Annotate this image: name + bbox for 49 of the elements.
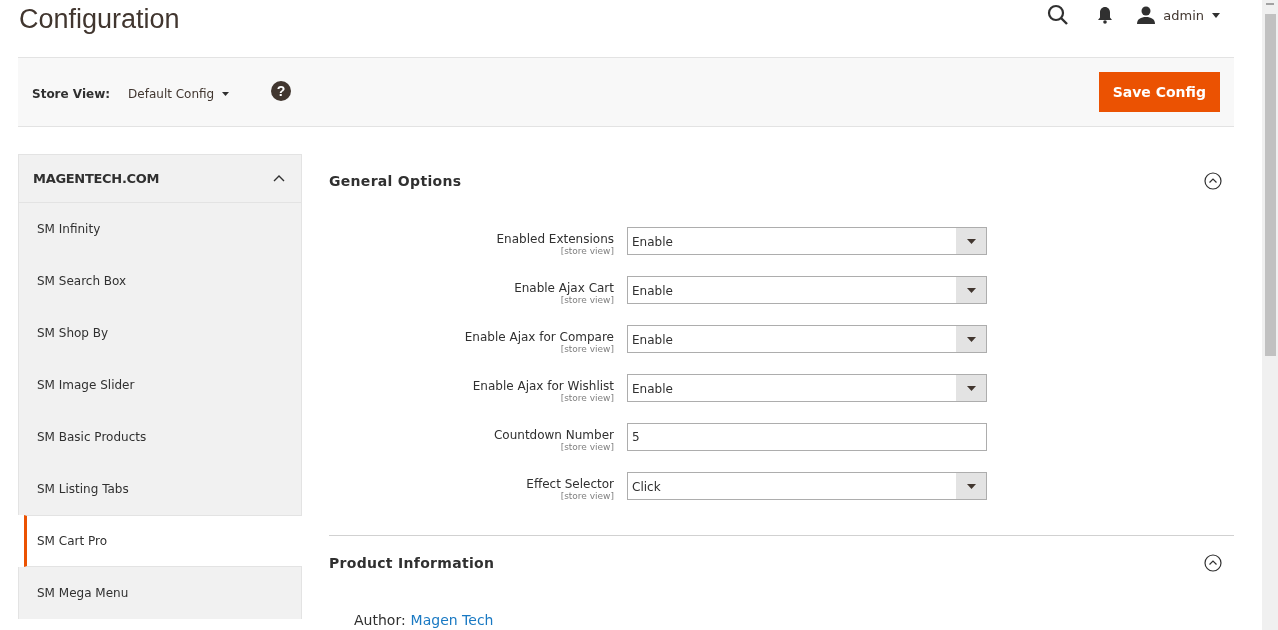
field-label: Enabled Extensions [495, 231, 614, 246]
select-field[interactable]: Enable [627, 276, 987, 304]
caret-icon [966, 336, 976, 342]
field-label: Enable Ajax Cart [513, 280, 614, 295]
caret-icon [966, 385, 976, 391]
select-field[interactable]: Enable [627, 227, 987, 255]
search-icon[interactable] [1047, 4, 1070, 26]
sidebar-item[interactable]: SM Basic Products [18, 411, 302, 463]
sidebar-item[interactable]: SM Image Slider [18, 359, 302, 411]
field-label: Enable Ajax for Wishlist [471, 378, 614, 393]
caret-icon [1212, 12, 1220, 18]
page-title: Configuration [19, 3, 180, 35]
scope-note: [store view] [559, 246, 614, 257]
sidebar-item[interactable]: SM Search Box [18, 255, 302, 307]
store-view-label: Store View: [32, 87, 111, 101]
select-field[interactable]: Enable [627, 374, 987, 402]
caret-icon [222, 92, 230, 96]
sidebar-group-header[interactable]: MAGENTECH.COM [18, 154, 302, 203]
sidebar-item[interactable]: SM Cart Pro [24, 515, 302, 567]
select-field[interactable]: Enable [627, 325, 987, 353]
field-label: Countdown Number [492, 427, 614, 442]
scope-note: [store view] [559, 295, 614, 306]
caret-icon [966, 287, 976, 293]
save-config-button[interactable]: Save Config [1098, 72, 1220, 112]
caret-icon [966, 238, 976, 244]
text-input[interactable]: 5 [627, 423, 987, 451]
select-field[interactable]: Click [627, 472, 987, 500]
author-link[interactable]: Magen Tech [410, 612, 494, 628]
user-menu[interactable]: admin [1137, 6, 1234, 24]
collapse-icon[interactable] [1204, 172, 1222, 190]
scope-note: [store view] [559, 344, 614, 355]
scope-note: [store view] [559, 442, 614, 453]
field-label: Effect Selector [525, 476, 614, 491]
bell-icon[interactable] [1097, 6, 1114, 24]
sidebar-item[interactable]: SM Shop By [18, 307, 302, 359]
section-title[interactable]: General Options [329, 173, 462, 189]
user-icon [1137, 6, 1156, 24]
author-label: Author: [354, 612, 406, 628]
caret-icon [966, 483, 976, 489]
sidebar-item[interactable]: SM Listing Tabs [18, 463, 302, 515]
help-icon[interactable]: ? [271, 81, 292, 101]
field-label: Enable Ajax for Compare [463, 329, 614, 344]
sidebar-item[interactable]: SM Infinity [18, 203, 302, 255]
sidebar-item[interactable]: SM Mega Menu [18, 567, 302, 619]
scope-note: [store view] [559, 491, 614, 502]
section-title[interactable]: Product Information [329, 555, 495, 571]
scope-note: [store view] [559, 393, 614, 404]
store-view-switcher[interactable]: Default Config [128, 87, 230, 101]
collapse-icon[interactable] [1204, 554, 1222, 572]
